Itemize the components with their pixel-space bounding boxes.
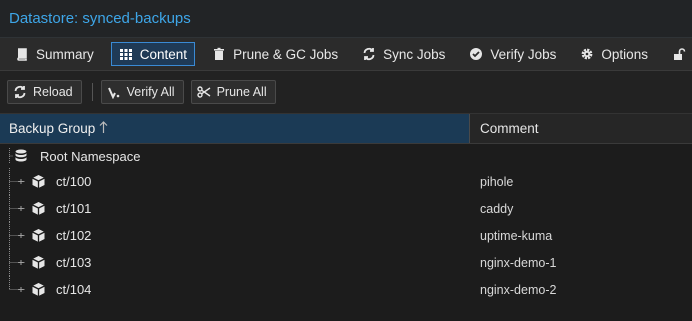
tab-content-label: Content (139, 46, 188, 62)
tab-content[interactable]: Content (110, 42, 196, 66)
tab-verify-jobs-label: Verify Jobs (490, 46, 557, 62)
cube-icon (31, 282, 46, 300)
tab-verify-jobs[interactable]: Verify Jobs (462, 42, 563, 66)
backup-group-comment: uptime-kuma (480, 228, 553, 243)
column-header-comment-label: Comment (480, 121, 539, 136)
backup-group-name: ct/103 (56, 255, 92, 270)
column-header-backup-group-label: Backup Group (9, 121, 96, 136)
page-title: Datastore: synced-backups (9, 10, 191, 27)
prune-all-label: Prune All (216, 85, 267, 99)
tree-row-backup-group[interactable]: ct/101 caddy (0, 195, 692, 222)
backup-group-comment: nginx-demo-1 (480, 255, 557, 270)
tree-row-backup-group[interactable]: ct/100 pihole (0, 168, 692, 195)
tree-row-backup-group[interactable]: ct/104 nginx-demo-2 (0, 276, 692, 303)
trash-icon (212, 47, 226, 61)
backup-group-name: ct/102 (56, 228, 92, 243)
sync-icon (362, 47, 376, 61)
root-namespace-label: Root Namespace (40, 148, 141, 164)
tree-row-backup-group[interactable]: ct/102 uptime-kuma (0, 222, 692, 249)
tab-permissions[interactable]: P (665, 42, 692, 66)
verify-check-icon (107, 85, 121, 99)
tab-prune-gc-jobs-label: Prune & GC Jobs (233, 46, 339, 62)
scissors-icon (196, 85, 211, 99)
toolbar: Reload Verify All Prune All (0, 71, 692, 114)
unlock-icon (672, 47, 686, 61)
reload-button[interactable]: Reload (7, 80, 82, 104)
tab-options-label: Options (601, 46, 648, 62)
backup-group-name: ct/101 (56, 201, 92, 216)
cube-icon (31, 201, 46, 219)
backup-group-comment: caddy (480, 201, 514, 216)
cube-icon (31, 174, 46, 192)
verify-all-button[interactable]: Verify All (100, 80, 184, 104)
cube-icon (31, 228, 46, 246)
tab-summary-label: Summary (36, 46, 94, 62)
reload-label: Reload (33, 85, 73, 99)
tab-prune-gc-jobs[interactable]: Prune & GC Jobs (205, 42, 345, 66)
tab-summary[interactable]: Summary (8, 42, 101, 66)
check-circle-icon (469, 47, 483, 61)
tab-bar: Summary Content Prune & GC Jobs Sync Job… (0, 38, 692, 71)
content-grid: Backup Group Comment Root Namespace ct/1… (0, 114, 692, 303)
cube-icon (31, 255, 46, 273)
gear-icon (580, 47, 594, 61)
book-icon (15, 47, 29, 61)
grid-header: Backup Group Comment (0, 114, 692, 144)
refresh-icon (13, 85, 27, 99)
tree-row-root-namespace[interactable]: Root Namespace (0, 144, 692, 168)
tab-options[interactable]: Options (573, 42, 655, 66)
grid-icon (119, 47, 133, 61)
column-header-backup-group[interactable]: Backup Group (0, 114, 470, 143)
database-icon (14, 149, 28, 166)
tab-sync-jobs-label: Sync Jobs (383, 46, 446, 62)
title-bar: Datastore: synced-backups (0, 0, 692, 38)
backup-group-name: ct/104 (56, 282, 92, 297)
sort-ascending-icon (99, 120, 108, 137)
backup-group-comment: pihole (480, 174, 514, 189)
column-header-comment[interactable]: Comment (470, 114, 692, 143)
backup-group-comment: nginx-demo-2 (480, 282, 557, 297)
backup-group-name: ct/100 (56, 174, 92, 189)
tree-row-backup-group[interactable]: ct/103 nginx-demo-1 (0, 249, 692, 276)
toolbar-divider (91, 83, 93, 101)
prune-all-button[interactable]: Prune All (190, 80, 276, 104)
verify-all-label: Verify All (126, 85, 175, 99)
tab-sync-jobs[interactable]: Sync Jobs (355, 42, 452, 66)
